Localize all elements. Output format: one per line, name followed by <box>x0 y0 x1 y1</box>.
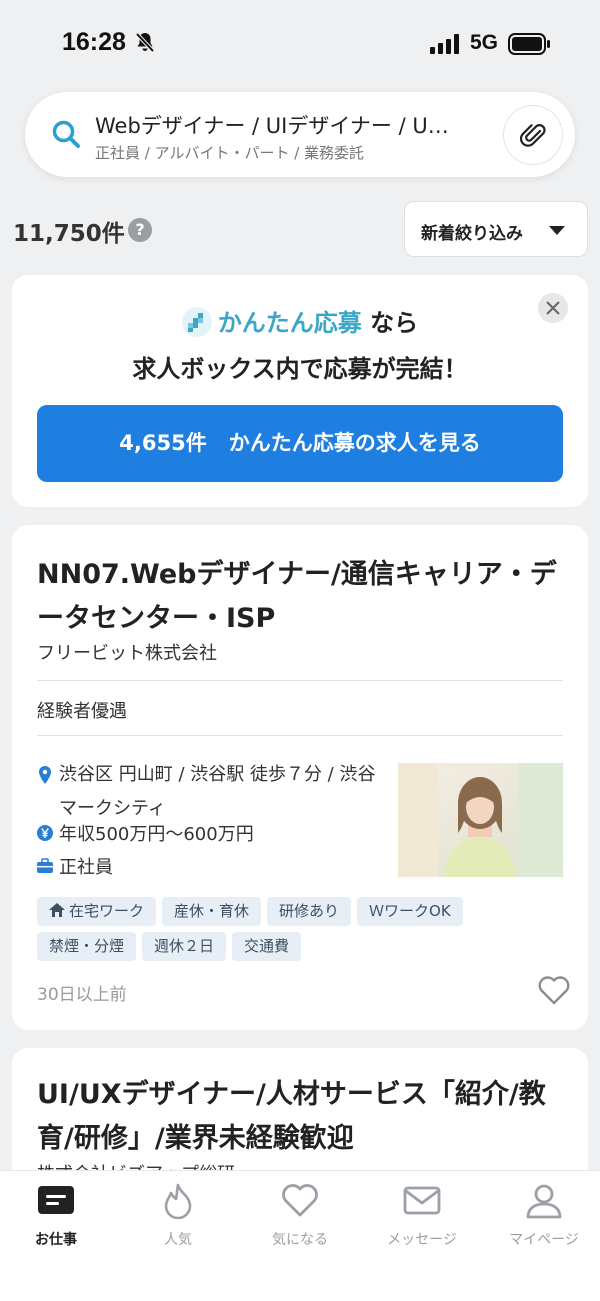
divider <box>37 680 563 681</box>
location-pin-icon <box>39 766 51 784</box>
job-card[interactable]: NN07.Webデザイナー/通信キャリア・データセンター・ISP フリービット株… <box>12 525 588 1030</box>
save-job-heart-icon[interactable] <box>538 975 570 1005</box>
company-name: フリービット株式会社 <box>37 643 217 664</box>
easy-apply-jobs-button[interactable]: 4,655件 かんたん応募の求人を見る <box>37 405 563 482</box>
briefcase-icon <box>37 858 53 873</box>
job-salary: 年収500万円〜600万円 <box>59 824 254 845</box>
search-icon <box>52 120 80 148</box>
search-bar[interactable]: Webデザイナー / UIデザイナー / U… 正社員 / アルバイト・パート … <box>25 92 575 177</box>
easy-apply-logo-icon <box>181 307 212 337</box>
posted-date: 30日以上前 <box>37 985 127 1005</box>
job-title[interactable]: NN07.Webデザイナー/通信キャリア・データセンター・ISP <box>37 553 567 641</box>
attachment-button[interactable] <box>503 105 563 165</box>
tag: ＷワークOK <box>357 897 463 926</box>
paperclip-icon <box>520 124 546 147</box>
bottom-navigation: お仕事 人気 気になる メッセージ マイページ <box>0 1170 600 1301</box>
nav-favorites[interactable]: 気になる <box>240 1183 360 1253</box>
cta-count: 4,655件 <box>119 431 207 455</box>
status-time: 16:28 <box>62 28 126 56</box>
mail-icon <box>403 1186 441 1215</box>
job-photo <box>398 763 563 877</box>
job-location: 渋谷区 円山町 / 渋谷駅 徒歩７分 / 渋谷マークシティ <box>59 764 376 819</box>
tag: 研修あり <box>267 897 352 926</box>
search-keywords: Webデザイナー / UIデザイナー / U… <box>95 114 449 138</box>
easy-apply-promo: かんたん応募 なら 求人ボックス内で応募が完結！ 4,655件 かんたん応募の求人… <box>12 275 588 507</box>
battery-icon <box>508 33 550 55</box>
person-icon <box>526 1184 562 1219</box>
nav-popular[interactable]: 人気 <box>118 1183 238 1253</box>
sort-filter-label: 新着絞り込み <box>421 224 523 244</box>
tag: 産休・育休 <box>162 897 262 926</box>
tag: 週休２日 <box>142 932 227 961</box>
status-bar: 16:28 5G <box>0 0 600 90</box>
nav-messages[interactable]: メッセージ <box>362 1183 482 1253</box>
job-tags: 在宅ワーク 産休・育休 研修あり ＷワークOK 禁煙・分煙 週休２日 交通費 <box>37 897 567 967</box>
promo-brand-suffix: なら <box>370 309 419 337</box>
cta-label: かんたん応募の求人を見る <box>228 431 481 455</box>
signal-icon <box>430 34 459 54</box>
divider <box>37 735 563 736</box>
tag-remote: 在宅ワーク <box>37 897 157 926</box>
nav-mypage[interactable]: マイページ <box>484 1183 600 1253</box>
chevron-down-icon <box>549 226 565 235</box>
job-employment-type: 正社員 <box>59 857 113 878</box>
help-icon[interactable]: ? <box>128 218 152 242</box>
jobs-icon <box>38 1186 74 1214</box>
promo-brand-name: かんたん応募 <box>217 309 362 337</box>
job-salary-row: 年収500万円〜600万円 <box>37 818 254 852</box>
tag: 交通費 <box>232 932 302 961</box>
fire-icon <box>164 1183 192 1219</box>
yen-icon <box>37 825 53 841</box>
search-employment-types: 正社員 / アルバイト・パート / 業務委託 <box>95 144 365 162</box>
home-icon <box>49 903 65 917</box>
network-type: 5G <box>470 31 499 54</box>
job-location-row: 渋谷区 円山町 / 渋谷駅 徒歩７分 / 渋谷マークシティ <box>37 758 379 826</box>
nav-jobs[interactable]: お仕事 <box>0 1183 116 1253</box>
heart-icon <box>282 1184 318 1217</box>
job-feature: 経験者優遇 <box>37 701 127 722</box>
bell-off-icon <box>135 32 155 53</box>
result-count: 11,750件 <box>13 221 125 247</box>
sort-filter-dropdown[interactable]: 新着絞り込み <box>404 201 588 257</box>
job-employment-row: 正社員 <box>37 851 113 885</box>
tag: 禁煙・分煙 <box>37 932 137 961</box>
promo-headline: かんたん応募 なら <box>12 303 588 338</box>
job-title[interactable]: UI/UXデザイナー/人材サービス「紹介/教育/研修」/業界未経験歓迎 <box>37 1073 567 1161</box>
promo-subheadline: 求人ボックス内で応募が完結！ <box>132 355 468 383</box>
